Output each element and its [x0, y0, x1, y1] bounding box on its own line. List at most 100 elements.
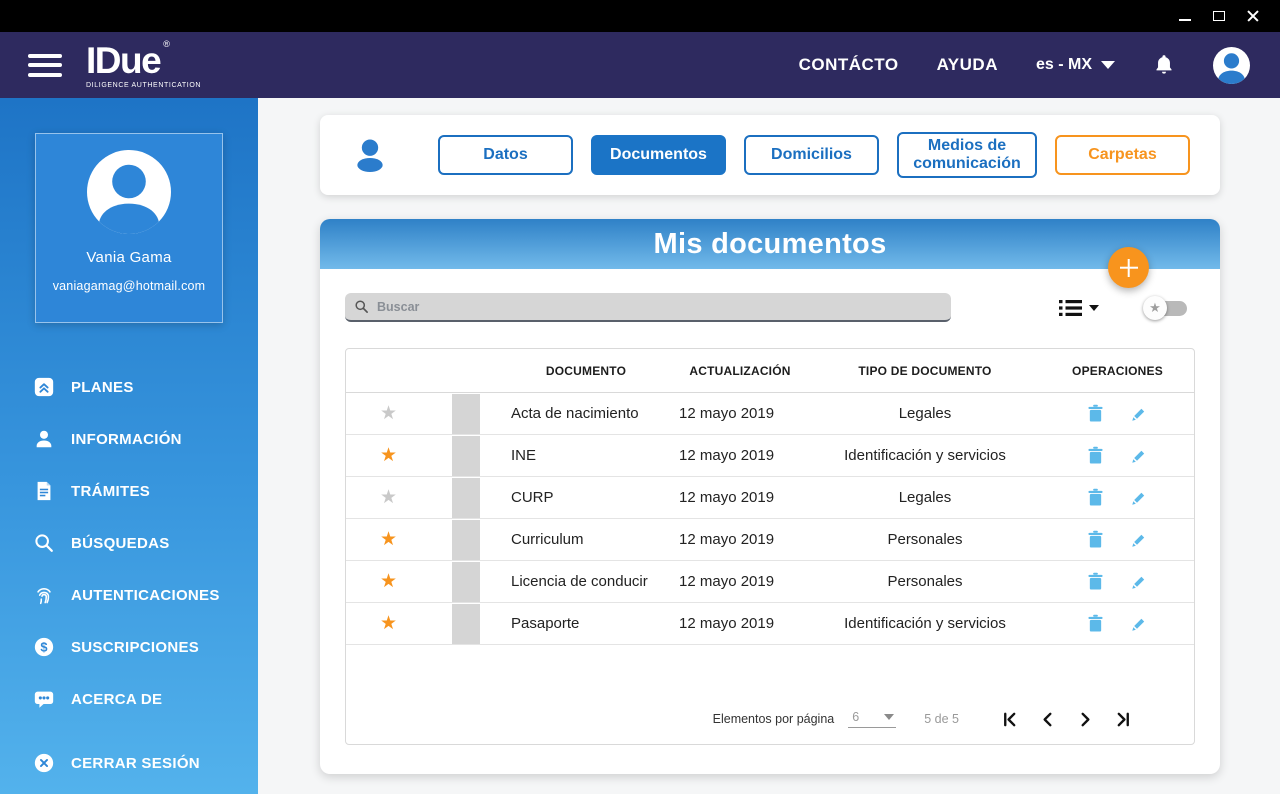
search-bar [345, 293, 951, 322]
star-toggle[interactable]: ★ [346, 404, 431, 423]
edit-button[interactable] [1130, 489, 1148, 507]
star-toggle[interactable]: ★ [346, 614, 431, 633]
sidebar-item-informacion[interactable]: INFORMACIÓN [0, 413, 258, 465]
sidebar-item-label: BÚSQUEDAS [71, 534, 170, 552]
delete-button[interactable] [1087, 488, 1104, 507]
pencil-icon [1132, 618, 1145, 631]
sidebar-item-busquedas[interactable]: BÚSQUEDAS [0, 517, 258, 569]
table-header: DOCUMENTO ACTUALIZACIÓN TIPO DE DOCUMENT… [346, 349, 1194, 393]
edit-button[interactable] [1130, 531, 1148, 549]
maximize-icon [1213, 11, 1225, 21]
close-icon [1246, 9, 1260, 23]
language-label: es - MX [1035, 56, 1092, 73]
sidebar-item-planes[interactable]: PLANES [0, 361, 258, 413]
minimize-button[interactable] [1168, 0, 1202, 32]
sidebar-item-tramites[interactable]: TRÁMITES [0, 465, 258, 517]
star-toggle[interactable]: ★ [346, 446, 431, 465]
column-header-tipo: TIPO DE DOCUMENTO [858, 363, 992, 378]
top-navbar: IDue ® DILIGENCE AUTHENTICATION CONTÁCTO… [0, 32, 1280, 98]
user-avatar[interactable] [1213, 46, 1250, 84]
sidebar-item-label: SUSCRIPCIONES [71, 638, 200, 656]
table-row: ★ Pasaporte 12 mayo 2019 Identificación … [346, 603, 1194, 645]
sidebar-item-label: ACERCA DE [71, 690, 163, 708]
trash-icon [1088, 614, 1103, 632]
search-input[interactable] [377, 299, 942, 314]
documents-header: Mis documentos [320, 219, 1220, 269]
person-icon [1218, 52, 1245, 84]
table-row: ★ CURP 12 mayo 2019 Legales [346, 477, 1194, 519]
edit-button[interactable] [1130, 573, 1148, 591]
favorites-filter-toggle[interactable]: ★ [1143, 295, 1187, 320]
pencil-icon [1132, 534, 1145, 547]
star-toggle[interactable]: ★ [346, 572, 431, 591]
items-per-page-value: 6 [852, 710, 860, 724]
document-name: INE [511, 447, 537, 464]
tab-domicilios[interactable]: Domicilios [744, 135, 879, 175]
app-logo: IDue ® DILIGENCE AUTHENTICATION [86, 39, 202, 89]
sidebar-item-autenticaciones[interactable]: AUTENTICACIONES [0, 569, 258, 621]
document-updated: 12 mayo 2019 [679, 447, 775, 464]
document-name: Licencia de conducir [511, 573, 648, 590]
logo-tagline: DILIGENCE AUTHENTICATION [86, 81, 202, 89]
sidebar-item-acerca-de[interactable]: ACERCA DE [0, 673, 258, 725]
sidebar-item-suscripciones[interactable]: $ SUSCRIPCIONES [0, 621, 258, 673]
chevron-down-icon [884, 714, 895, 720]
edit-button[interactable] [1130, 447, 1148, 465]
sidebar-item-cerrar-sesion[interactable]: CERRAR SESIÓN [0, 737, 258, 789]
trash-icon [1088, 530, 1103, 548]
trash-icon [1088, 488, 1103, 506]
notifications-button[interactable] [1153, 53, 1175, 77]
document-updated: 12 mayo 2019 [679, 405, 775, 422]
page-range-label: 5 de 5 [924, 712, 959, 726]
contact-link[interactable]: CONTÁCTO [799, 55, 899, 75]
document-thumbnail [452, 393, 480, 434]
delete-button[interactable] [1087, 530, 1104, 549]
items-per-page-label: Elementos por página [712, 712, 835, 726]
hamburger-menu-icon[interactable] [28, 53, 62, 77]
view-mode-dropdown[interactable] [1059, 299, 1099, 317]
sidebar-item-label: AUTENTICACIONES [71, 586, 220, 604]
chat-icon [34, 691, 54, 708]
help-link[interactable]: AYUDA [937, 55, 998, 75]
close-button[interactable] [1236, 0, 1270, 32]
previous-page-button[interactable] [1039, 711, 1056, 728]
document-updated: 12 mayo 2019 [679, 531, 775, 548]
edit-button[interactable] [1130, 615, 1148, 633]
profile-card: Vania Gama vaniagamag@hotmail.com [35, 133, 223, 323]
sidebar-item-label: TRÁMITES [71, 482, 151, 500]
delete-button[interactable] [1087, 614, 1104, 633]
chevron-left-icon [1043, 712, 1052, 726]
chevron-down-icon [1101, 61, 1115, 69]
document-type: Legales [898, 489, 952, 506]
plans-icon [34, 377, 54, 397]
add-document-button[interactable] [1108, 247, 1149, 288]
tab-datos[interactable]: Datos [438, 135, 573, 175]
pencil-icon [1132, 450, 1145, 463]
delete-button[interactable] [1087, 446, 1104, 465]
tab-documentos[interactable]: Documentos [591, 135, 726, 175]
document-updated: 12 mayo 2019 [679, 489, 775, 506]
trash-icon [1088, 572, 1103, 590]
person-icon [357, 139, 383, 172]
window-titlebar [0, 0, 1280, 32]
star-toggle[interactable]: ★ [346, 488, 431, 507]
delete-button[interactable] [1087, 404, 1104, 423]
language-dropdown[interactable]: es - MX [1036, 56, 1115, 74]
profile-name: Vania Gama [86, 249, 172, 266]
document-name: Pasaporte [511, 615, 580, 632]
document-name: Curriculum [511, 531, 584, 548]
first-page-button[interactable] [1001, 711, 1018, 728]
table-row: ★ INE 12 mayo 2019 Identificación y serv… [346, 435, 1194, 477]
chevron-down-icon [1089, 304, 1099, 311]
fingerprint-icon [37, 588, 51, 605]
tab-carpetas[interactable]: Carpetas [1055, 135, 1190, 175]
maximize-button[interactable] [1202, 0, 1236, 32]
next-page-button[interactable] [1077, 711, 1094, 728]
tab-medios-de-comunicacion[interactable]: Medios de comunicación [897, 132, 1037, 178]
delete-button[interactable] [1087, 572, 1104, 591]
person-icon [98, 164, 160, 234]
star-toggle[interactable]: ★ [346, 530, 431, 549]
edit-button[interactable] [1130, 405, 1148, 423]
items-per-page-select[interactable]: 6 [848, 710, 897, 728]
last-page-button[interactable] [1115, 711, 1132, 728]
